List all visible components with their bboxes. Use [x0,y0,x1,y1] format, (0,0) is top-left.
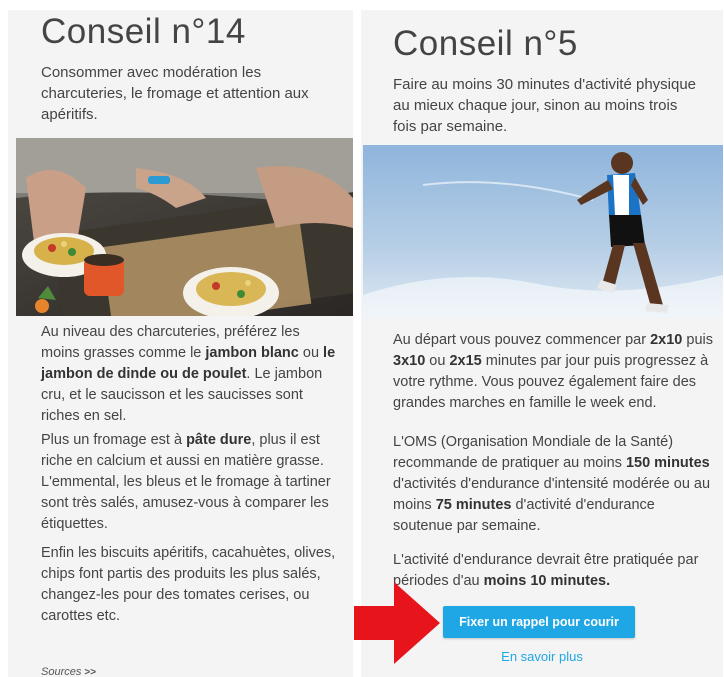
tip-intro: Faire au moins 30 minutes d'activité phy… [393,74,703,137]
bold-text: moins 10 minutes. [483,573,611,589]
bold-text: pâte dure [186,432,252,448]
start-paragraph: Au départ vous pouvez commencer par 2x10… [393,330,718,414]
double-chevron-right-icon: >> [84,667,97,677]
paragraph-text: Au départ vous pouvez commencer par [393,332,651,348]
bold-text: 75 minutes [435,497,512,513]
cheese-paragraph: Plus un fromage est à pâte dure, plus il… [41,430,341,535]
tip-title: Conseil n°14 [41,12,246,51]
runner-photo [363,145,723,318]
bold-text: 2x15 [449,353,482,369]
bold-text: jambon blanc [205,345,299,361]
left-tip-card: Conseil n°14 Consommer avec modération l… [8,10,353,677]
sources-label: Sources [41,666,82,677]
tip-title: Conseil n°5 [393,24,578,63]
paragraph-text: puis [682,332,714,348]
snacks-paragraph: Enfin les biscuits apéritifs, cacahuètes… [41,545,336,624]
charcuterie-paragraph: Au niveau des charcuteries, préférez les… [41,322,341,427]
right-tip-card: Conseil n°5 Faire au moins 30 minutes d'… [361,10,723,677]
paragraph-text: ou [298,345,324,361]
red-right-arrow-icon [354,582,440,664]
bold-text: 2x10 [650,332,683,348]
tip-intro: Consommer avec modération les charcuteri… [41,62,331,125]
sources-link[interactable]: Sources >> [41,666,96,677]
paragraph-text: Plus un fromage est à [41,432,187,448]
tip-intro-line: apéritifs. [41,106,98,123]
set-running-reminder-button[interactable]: Fixer un rappel pour courir [443,606,635,638]
tip-intro-line: fois par semaine. [393,118,508,135]
paragraph-text: ou [425,353,450,369]
bold-text: 3x10 [393,353,426,369]
oms-paragraph: L'OMS (Organisation Mondiale de la Santé… [393,432,718,537]
tip-intro-line: au mieux chaque jour, sinon au moins tro… [393,97,678,114]
tip-intro-line: Consommer avec modération les [41,64,262,81]
food-photo [16,138,353,316]
endurance-paragraph: L'activité d'endurance devrait être prat… [393,550,718,592]
tip-intro-line: charcuteries, le fromage et attention au… [41,85,309,102]
bold-text: 150 minutes [625,455,710,471]
tip-intro-line: Faire au moins 30 minutes d'activité phy… [393,76,697,93]
